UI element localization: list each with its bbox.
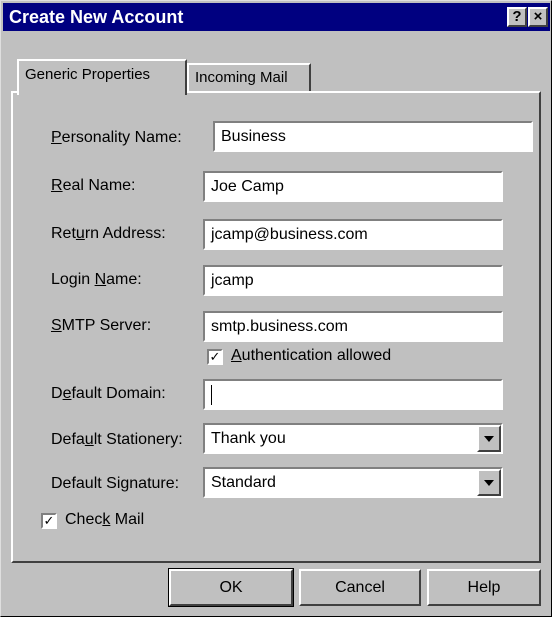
default-domain-field[interactable] bbox=[203, 379, 503, 410]
smtp-server-field[interactable]: smtp.business.com bbox=[203, 311, 503, 342]
tab-incoming-mail[interactable]: Incoming Mail bbox=[187, 63, 311, 93]
tab-generic-properties[interactable]: Generic Properties bbox=[17, 59, 187, 95]
check-mail-label[interactable]: Check Mail bbox=[65, 511, 144, 529]
tab-panel: Personality Name: Business Real Name: Jo… bbox=[11, 91, 541, 563]
tab-label: Generic Properties bbox=[25, 66, 151, 83]
dialog-title: Create New Account bbox=[9, 7, 184, 27]
chevron-down-icon[interactable] bbox=[477, 425, 501, 452]
default-stationery-value: Thank you bbox=[211, 430, 286, 447]
default-domain-label: Default Domain: bbox=[51, 385, 166, 402]
default-stationery-label: Default Stationery: bbox=[51, 431, 183, 448]
close-icon[interactable]: × bbox=[528, 7, 548, 27]
login-name-field[interactable]: jcamp bbox=[203, 265, 503, 296]
default-signature-label: Default Signature: bbox=[51, 475, 180, 492]
chevron-down-icon[interactable] bbox=[477, 469, 501, 496]
tab-label: Incoming Mail bbox=[195, 69, 288, 86]
login-name-label: Login Name: bbox=[51, 271, 142, 288]
return-address-field[interactable]: jcamp@business.com bbox=[203, 219, 503, 250]
create-account-dialog: Create New Account ? × Generic Propertie… bbox=[0, 0, 552, 617]
help-icon[interactable]: ? bbox=[507, 7, 527, 27]
real-name-field[interactable]: Joe Camp bbox=[203, 171, 503, 202]
personality-name-label: Personality Name: bbox=[51, 129, 182, 146]
smtp-server-label: SMTP Server: bbox=[51, 317, 152, 334]
text-caret bbox=[211, 385, 212, 405]
help-button[interactable]: Help bbox=[427, 569, 541, 606]
authentication-label[interactable]: Authentication allowed bbox=[231, 347, 391, 365]
authentication-checkbox[interactable]: ✓ bbox=[207, 349, 223, 365]
default-signature-value: Standard bbox=[211, 474, 276, 491]
default-signature-select[interactable]: Standard bbox=[203, 467, 503, 498]
ok-button[interactable]: OK bbox=[168, 568, 294, 607]
cancel-button[interactable]: Cancel bbox=[299, 569, 421, 606]
title-bar[interactable]: Create New Account ? × bbox=[3, 3, 550, 31]
default-stationery-select[interactable]: Thank you bbox=[203, 423, 503, 454]
real-name-label: Real Name: bbox=[51, 177, 136, 194]
personality-name-field[interactable]: Business bbox=[213, 121, 533, 152]
check-mail-checkbox[interactable]: ✓ bbox=[41, 513, 57, 529]
return-address-label: Return Address: bbox=[51, 225, 166, 242]
